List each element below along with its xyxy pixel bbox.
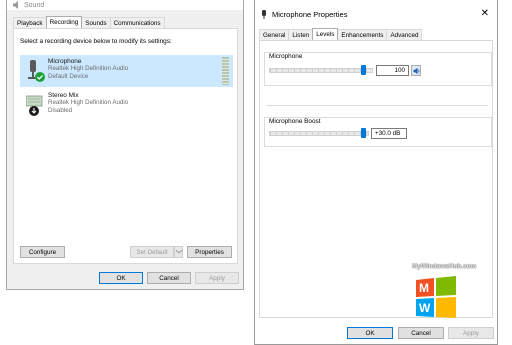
close-icon[interactable]: ✕ [481,8,489,19]
down-arrow-icon [29,106,39,118]
watermark-letter-w: W [419,301,431,315]
sound-title: Sound [24,1,45,9]
microphone-icon [261,10,267,19]
device-status: Default Device [48,72,89,80]
sound-apply-button[interactable]: Apply [195,272,239,284]
device-name: Stereo Mix [48,92,79,99]
microphone-boost-slider[interactable] [269,131,369,136]
mic-cancel-button[interactable]: Cancel [398,327,444,339]
device-list[interactable]: Microphone Realtek High Definition Audio… [20,51,233,191]
check-icon [35,72,45,84]
device-driver: Realtek High Definition Audio [48,99,129,107]
mic-props-title: Microphone Properties [272,9,348,19]
microphone-boost-thumb[interactable] [361,128,366,138]
microphone-level-label: Microphone [265,53,306,60]
sound-cancel-button[interactable]: Cancel [147,272,191,284]
microphone-level-group: Microphone 100 [264,52,492,86]
set-default-dropdown[interactable] [174,246,183,258]
instruction-text: Select a recording device below to modif… [20,38,172,45]
recording-panel: Select a recording device below to modif… [13,28,238,264]
microphone-boost-group: Microphone Boost +30.0 dB [264,117,492,147]
level-meter [222,57,229,85]
mic-props-titlebar: Microphone Properties ✕ [255,0,497,28]
speaker-icon [13,1,19,9]
sound-titlebar: Sound [7,0,243,10]
microphone-properties-window: Microphone Properties ✕ General Listen L… [254,0,498,345]
slider-ticks [270,132,368,135]
configure-button[interactable]: Configure [20,246,65,258]
device-microphone[interactable]: Microphone Realtek High Definition Audio… [20,55,233,87]
speaker-icon [413,67,421,77]
sound-ok-button[interactable]: OK [99,272,143,284]
watermark-text: MyWindowsHub.com [412,263,477,270]
device-name: Microphone [48,58,82,65]
mute-button[interactable] [411,65,421,76]
watermark-logo: M W [414,276,458,320]
mic-apply-button[interactable]: Apply [448,327,494,339]
watermark-letter-m: M [419,281,429,295]
stereo-mix-icon [25,93,43,118]
device-driver: Realtek High Definition Audio [48,65,129,73]
separator [266,105,488,106]
microphone-boost-value: +30.0 dB [371,128,407,139]
sound-window: Sound Playback Recording Sounds Communic… [6,0,244,290]
microphone-level-slider[interactable] [269,68,373,73]
microphone-icon [26,59,45,84]
set-default-button[interactable]: Set Default [130,246,174,258]
microphone-level-thumb[interactable] [361,65,366,75]
microphone-level-value[interactable]: 100 [376,65,409,76]
properties-button[interactable]: Properties [187,246,232,258]
microphone-boost-label: Microphone Boost [265,118,324,125]
chevron-down-icon [175,249,182,256]
device-status: Disabled [48,106,73,114]
mic-ok-button[interactable]: OK [347,327,393,339]
slider-ticks [270,69,372,72]
device-stereo-mix[interactable]: Stereo Mix Realtek High Definition Audio… [20,89,233,121]
